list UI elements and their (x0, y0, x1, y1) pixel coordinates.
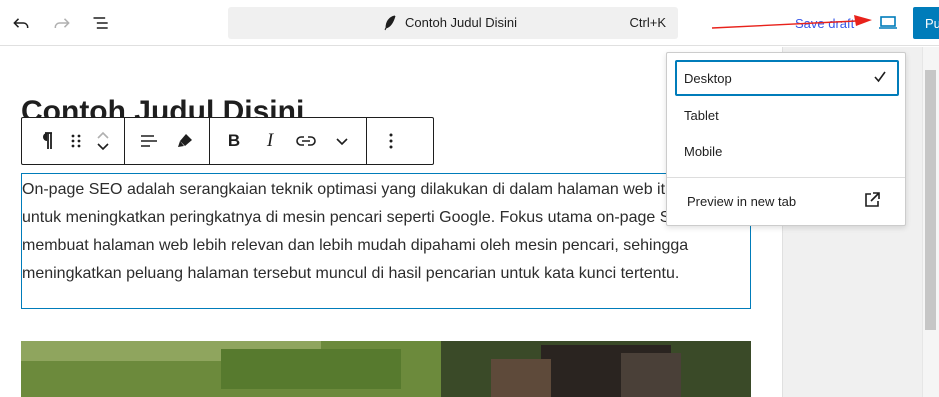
italic-icon: I (266, 130, 274, 151)
align-button[interactable] (131, 118, 167, 164)
device-option-mobile[interactable]: Mobile (675, 133, 899, 169)
image-content (21, 341, 751, 397)
list-view-button[interactable] (85, 7, 117, 39)
block-toolbar: B I (21, 117, 434, 165)
device-option-tablet[interactable]: Tablet (675, 97, 899, 133)
drag-handle[interactable] (64, 118, 88, 164)
preview-device-button[interactable] (874, 9, 902, 37)
check-icon (873, 70, 887, 87)
device-option-label: Tablet (684, 108, 719, 123)
preview-new-tab-button[interactable]: Preview in new tab (687, 194, 796, 209)
shortcut-hint: Ctrl+K (629, 15, 666, 30)
more-chevron-icon (336, 138, 348, 146)
move-buttons (88, 118, 118, 164)
align-icon (141, 135, 157, 147)
undo-icon (13, 18, 29, 28)
link-icon (296, 136, 316, 146)
bold-icon: B (227, 131, 241, 150)
device-option-label: Mobile (684, 144, 723, 159)
format-group: B I (210, 118, 367, 164)
preview-device-menu: Desktop Tablet Mobile Preview in new tab (666, 52, 906, 226)
options-group (367, 118, 415, 164)
device-option-desktop[interactable]: Desktop (675, 60, 899, 96)
paragraph-block[interactable]: On-page SEO adalah serangkaian teknik op… (21, 173, 751, 309)
paragraph-text: On-page SEO adalah serangkaian teknik op… (22, 181, 746, 282)
device-option-label: Desktop (684, 71, 732, 86)
command-palette-bar[interactable]: Contoh Judul Disini Ctrl+K (228, 7, 678, 39)
publish-button[interactable]: Publish (913, 7, 939, 39)
highlighter-icon (178, 134, 192, 147)
feather-icon (383, 15, 397, 36)
move-down-icon[interactable] (96, 141, 110, 153)
editor-header: Contoh Judul Disini Ctrl+K Save draft Pu… (0, 0, 939, 46)
menu-divider (667, 177, 905, 178)
save-draft-button[interactable]: Save draft (795, 16, 854, 31)
move-up-icon[interactable] (96, 129, 110, 141)
italic-button[interactable]: I (252, 118, 288, 164)
more-formats-button[interactable] (324, 118, 360, 164)
block-options-button[interactable] (373, 118, 409, 164)
link-button[interactable] (288, 118, 324, 164)
align-group (125, 118, 210, 164)
publish-label: Publish (925, 16, 939, 31)
list-view-icon (93, 17, 108, 29)
paragraph-icon (43, 132, 52, 149)
drag-handle-icon (71, 134, 81, 148)
highlight-button[interactable] (167, 118, 203, 164)
desktop-device-icon (879, 16, 897, 29)
scrollbar-thumb[interactable] (925, 70, 936, 330)
document-title: Contoh Judul Disini (405, 15, 518, 30)
block-type-button[interactable] (28, 118, 64, 164)
options-icon (389, 133, 393, 149)
block-type-group (22, 118, 125, 164)
redo-icon (54, 18, 70, 28)
undo-button[interactable] (5, 7, 37, 39)
external-link-icon[interactable] (863, 191, 881, 214)
redo-button[interactable] (46, 7, 78, 39)
bold-button[interactable]: B (216, 118, 252, 164)
image-block[interactable] (21, 341, 751, 397)
